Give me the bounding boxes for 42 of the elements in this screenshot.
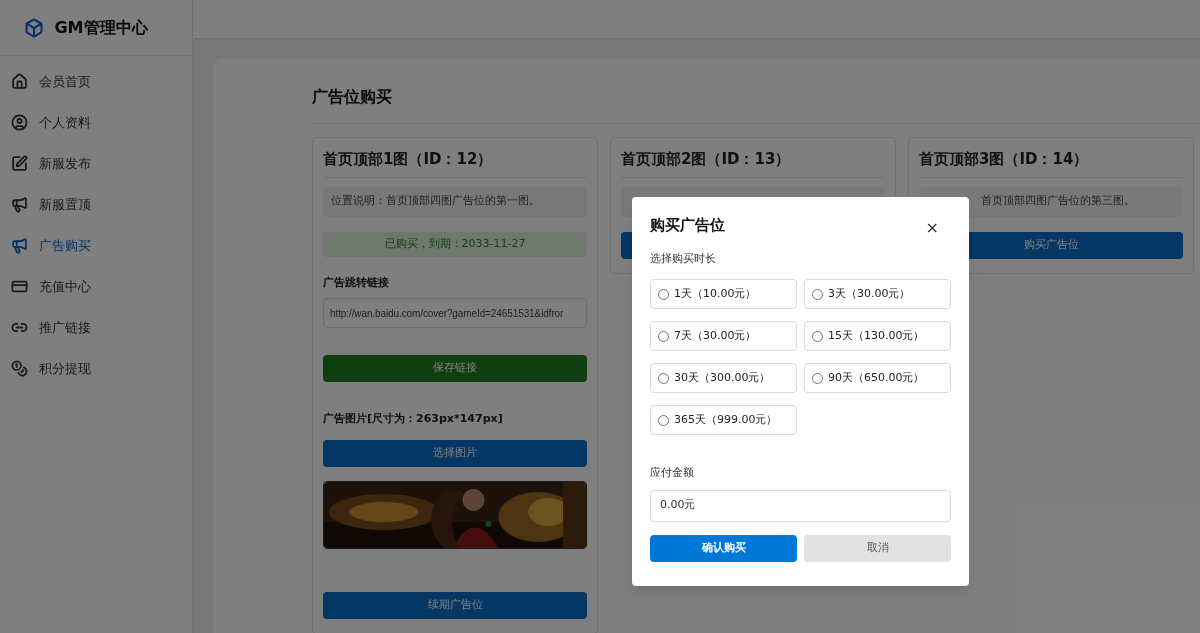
edit-icon	[11, 155, 28, 172]
megaphone-icon	[11, 196, 28, 213]
field-label: 应付金额	[650, 465, 695, 481]
dialog-title: 购买广告位	[650, 215, 725, 236]
save-link-button[interactable]: 保存链接	[323, 355, 587, 382]
duration-option[interactable]: 30天（300.00元）	[650, 363, 797, 393]
purchase-status: 已购买，到期：2033-11-27	[323, 231, 587, 257]
choose-image-button[interactable]: 选择图片	[323, 439, 587, 467]
sidebar-item[interactable]: 会员首页	[0, 61, 192, 102]
duration-option[interactable]: 365天（999.00元）	[650, 405, 797, 435]
sidebar-item[interactable]: 个人资料	[0, 102, 192, 143]
page-title: 广告位购买	[312, 85, 1200, 124]
card-title: 首页顶部1图（ID：12）	[323, 148, 587, 178]
cube-logo-icon	[24, 17, 45, 38]
brand-name: GM管理中心	[54, 16, 148, 39]
sidebar-item[interactable]: 积分提现	[0, 348, 192, 389]
sidebar-item[interactable]: 充值中心	[0, 266, 192, 307]
sidebar-item[interactable]: 推广链接	[0, 307, 192, 348]
coins-icon	[11, 360, 28, 377]
field-label: 广告跳转链接	[323, 274, 390, 291]
user-icon	[11, 114, 28, 131]
cancel-button[interactable]: 取消	[804, 534, 951, 562]
renew-button[interactable]: 续期广告位	[323, 591, 587, 619]
sidebar-item[interactable]: 新服发布	[0, 143, 192, 184]
megaphone-icon	[11, 237, 28, 254]
confirm-purchase-button[interactable]: 确认购买	[650, 534, 797, 562]
duration-option[interactable]: 15天（130.00元）	[804, 321, 951, 351]
duration-option[interactable]: 7天（30.00元）	[650, 321, 797, 351]
duration-option[interactable]: 1天（10.00元）	[650, 279, 797, 309]
field-label: 选择购买时长	[650, 250, 717, 267]
credit-card-icon	[11, 278, 28, 295]
field-label: 广告图片[尺寸为：263px*147px]	[323, 411, 504, 427]
home-icon	[11, 73, 28, 90]
card-title: 首页顶部2图（ID：13）	[621, 148, 885, 178]
amount-field[interactable]: 0.00元	[650, 489, 951, 522]
link-input-field[interactable]: http://wan.baidu.com/cover?gameId=24651531&idfror	[323, 298, 587, 328]
sidebar-item[interactable]: 新服置顶	[0, 184, 192, 225]
sidebar-item[interactable]: 广告购买	[0, 225, 192, 266]
position-description: 位置说明：首页顶部四图广告位的第一图。	[323, 186, 587, 217]
duration-option[interactable]: 3天（30.00元）	[804, 279, 951, 309]
card-title: 首页顶部3图（ID：14）	[919, 148, 1183, 178]
duration-option[interactable]: 90天（650.00元）	[804, 363, 951, 393]
